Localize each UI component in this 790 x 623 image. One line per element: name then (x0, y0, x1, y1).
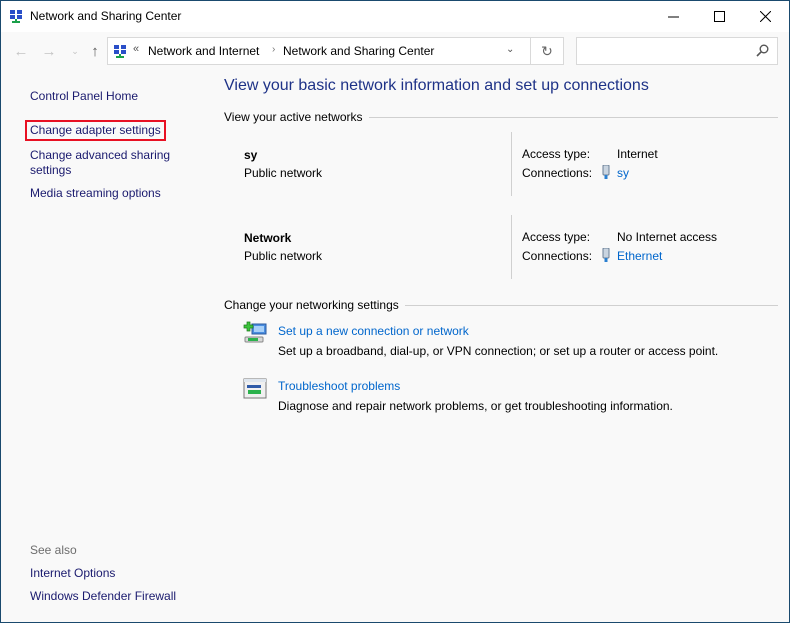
sidebar-control-panel-home[interactable]: Control Panel Home (30, 89, 138, 104)
divider (511, 132, 512, 196)
connection-link-sy[interactable]: sy (617, 166, 629, 180)
connection-link-ethernet[interactable]: Ethernet (617, 249, 662, 263)
up-button[interactable]: ↑ (85, 41, 105, 61)
minimize-button[interactable] (650, 1, 696, 32)
page-title: View your basic network information and … (224, 77, 649, 94)
window-title: Network and Sharing Center (30, 9, 182, 23)
sidebar-link-line1: Change advanced sharing (30, 148, 171, 162)
search-icon[interactable] (756, 44, 769, 57)
maximize-icon (713, 11, 725, 22)
arrow-left-icon: ← (13, 42, 29, 60)
arrow-up-icon: ↑ (91, 42, 99, 60)
network-name: sy (244, 148, 258, 162)
chevron-down-icon: ⌄ (71, 45, 79, 56)
divider (511, 215, 512, 279)
close-icon (759, 11, 771, 22)
title-bar: Network and Sharing Center (1, 1, 789, 32)
minimize-icon (667, 16, 679, 18)
refresh-icon: ↻ (541, 42, 553, 59)
address-dropdown-icon[interactable]: ⌄ (506, 44, 514, 55)
sidebar-media-streaming-options[interactable]: Media streaming options (30, 186, 161, 201)
refresh-button[interactable]: ↻ (531, 37, 564, 65)
setup-new-connection-link[interactable]: Set up a new connection or network (278, 324, 469, 338)
back-button[interactable]: ← (11, 41, 31, 61)
ethernet-icon (602, 248, 610, 262)
networking-settings-header: Change your networking settings (224, 298, 778, 312)
active-networks-header: View your active networks (224, 110, 778, 124)
network-center-icon (114, 45, 126, 58)
sidebar-change-advanced-sharing-settings[interactable]: Change advanced sharing settings (30, 148, 170, 178)
see-also-label: See also (30, 543, 77, 557)
breadcrumb-overflow[interactable]: « (133, 43, 139, 55)
network-name: Network (244, 231, 292, 245)
troubleshoot-problems-link[interactable]: Troubleshoot problems (278, 379, 400, 393)
navigation-bar: ← → ⌄ ↑ « Network and Internet › Network… (1, 32, 789, 70)
access-type-label: Access type: (522, 147, 591, 161)
setup-new-connection-description: Set up a broadband, dial-up, or VPN conn… (278, 344, 719, 358)
troubleshoot-icon (243, 378, 267, 399)
breadcrumb-network-and-sharing-center[interactable]: Network and Sharing Center (283, 44, 434, 58)
arrow-right-icon: → (41, 42, 57, 60)
maximize-button[interactable] (696, 1, 742, 32)
access-type-value: Internet (617, 147, 658, 161)
forward-button[interactable]: → (39, 41, 59, 61)
new-connection-icon (243, 321, 267, 343)
network-category[interactable]: Public network (244, 166, 322, 180)
search-input[interactable] (581, 42, 751, 60)
networking-settings-header-label: Change your networking settings (224, 298, 399, 312)
network-center-icon (10, 10, 22, 23)
breadcrumb-network-and-internet[interactable]: Network and Internet (148, 44, 259, 58)
connections-label: Connections: (522, 249, 593, 263)
connections-label: Connections: (522, 166, 593, 180)
divider (404, 304, 778, 306)
access-type-value: No Internet access (617, 230, 718, 244)
window: Network and Sharing Center ← → ⌄ ↑ « Net… (1, 1, 789, 622)
sidebar-link-line2: settings (30, 163, 72, 177)
sidebar-change-adapter-settings[interactable]: Change adapter settings (25, 120, 166, 141)
breadcrumb-separator-icon[interactable]: › (272, 44, 275, 55)
troubleshoot-problems-description: Diagnose and repair network problems, or… (278, 399, 673, 413)
divider (368, 116, 778, 118)
address-bar[interactable]: « Network and Internet › Network and Sha… (107, 37, 531, 65)
active-networks-header-label: View your active networks (224, 110, 363, 124)
network-category[interactable]: Public network (244, 249, 322, 263)
close-button[interactable] (742, 1, 788, 32)
access-type-label: Access type: (522, 230, 591, 244)
ethernet-icon (602, 165, 610, 179)
search-box (576, 37, 778, 65)
see-also-internet-options[interactable]: Internet Options (30, 566, 115, 581)
recent-locations-button[interactable]: ⌄ (65, 41, 85, 61)
see-also-windows-defender-firewall[interactable]: Windows Defender Firewall (30, 589, 176, 604)
